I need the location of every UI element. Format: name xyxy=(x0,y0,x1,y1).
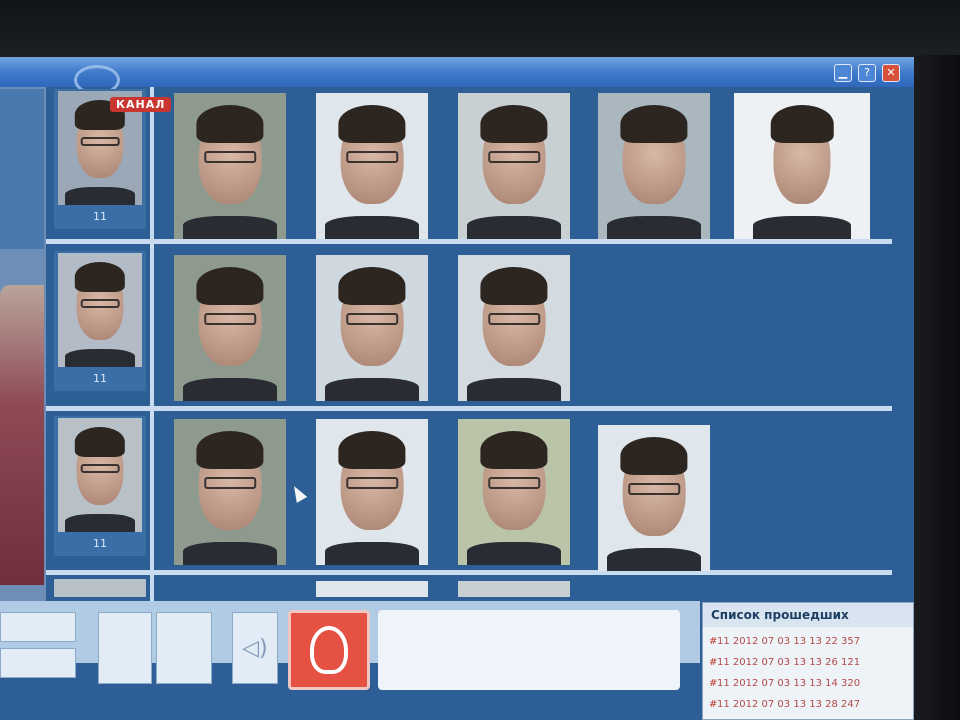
tool-button[interactable] xyxy=(156,612,212,684)
mouse-cursor-icon xyxy=(288,483,308,503)
grid-divider xyxy=(46,239,892,244)
match-face[interactable] xyxy=(174,255,286,401)
tool-button[interactable] xyxy=(0,612,76,642)
match-face[interactable] xyxy=(458,419,570,565)
channel-logo: КАНАЛ xyxy=(110,97,172,112)
operator-figure xyxy=(0,285,44,585)
list-item[interactable]: #11 2012 07 03 13 13 22 357 xyxy=(709,633,905,651)
grid-divider xyxy=(46,570,892,575)
grid-divider-vertical xyxy=(150,87,154,625)
title-bar: ▁ ? ✕ xyxy=(0,57,914,95)
match-face[interactable] xyxy=(598,425,710,571)
passed-list-title: Список прошедших xyxy=(703,603,913,627)
monitor-bezel-right xyxy=(912,55,960,720)
query-face-cell[interactable]: 11 xyxy=(54,251,146,391)
face-id-label: 11 xyxy=(93,537,107,550)
list-item[interactable]: #11 2012 07 03 13 13 28 247 xyxy=(709,696,905,714)
match-face[interactable] xyxy=(316,255,428,401)
grid-divider xyxy=(46,406,892,411)
close-button[interactable]: ✕ xyxy=(882,64,900,82)
speaker-icon[interactable]: ◁) xyxy=(232,612,278,684)
list-item[interactable]: #11 2012 07 03 13 13 14 320 xyxy=(709,675,905,693)
face-id-label: 11 xyxy=(93,210,107,223)
passed-list-panel: Список прошедших #11 2012 07 03 13 13 22… xyxy=(702,602,914,720)
info-area xyxy=(378,610,680,690)
match-face[interactable] xyxy=(174,93,286,239)
face-id-label: 11 xyxy=(93,372,107,385)
camera-preview xyxy=(0,89,44,249)
match-face[interactable] xyxy=(174,419,286,565)
match-face[interactable] xyxy=(316,93,428,239)
match-face[interactable] xyxy=(54,579,146,597)
match-face[interactable] xyxy=(458,93,570,239)
monitor-bezel-top xyxy=(0,0,960,62)
tool-button[interactable] xyxy=(98,612,152,684)
minimize-button[interactable]: ▁ xyxy=(834,64,852,82)
help-button[interactable]: ? xyxy=(858,64,876,82)
match-face[interactable] xyxy=(316,581,428,597)
match-face[interactable] xyxy=(316,419,428,565)
tool-button[interactable] xyxy=(0,648,76,678)
query-face-cell[interactable]: 11 xyxy=(54,416,146,556)
match-face[interactable] xyxy=(458,255,570,401)
match-face[interactable] xyxy=(734,93,870,239)
list-item[interactable]: #11 2012 07 03 13 13 26 121 xyxy=(709,654,905,672)
match-face[interactable] xyxy=(598,93,710,239)
alarm-button[interactable] xyxy=(288,610,370,690)
match-face[interactable] xyxy=(458,581,570,597)
alarm-icon xyxy=(310,626,348,674)
